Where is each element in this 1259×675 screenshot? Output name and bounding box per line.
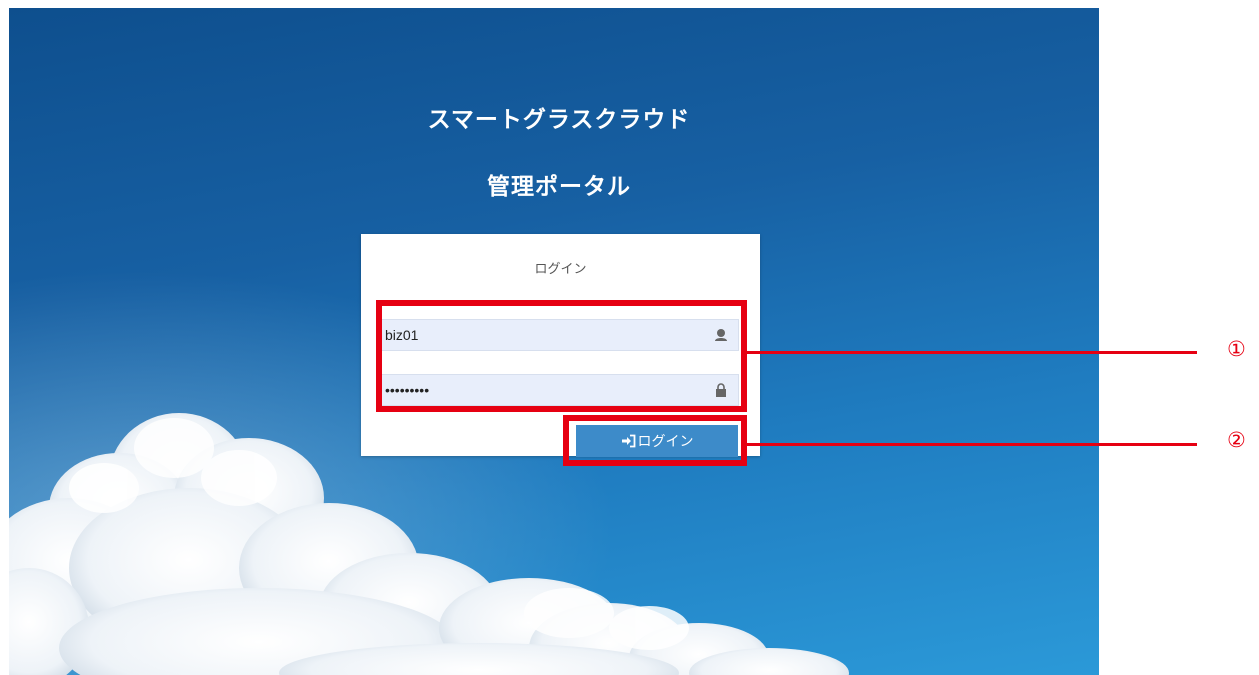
leader-line-1 [747, 351, 1197, 354]
highlight-box-credentials [376, 300, 747, 412]
leader-line-2 [747, 443, 1197, 446]
annotation-number-2: ② [1227, 428, 1246, 452]
annotation-number-1: ① [1227, 337, 1246, 361]
app-title: スマートグラスクラウド [427, 107, 691, 133]
login-heading: ログイン [534, 262, 587, 277]
app-subtitle: 管理ポータル [487, 174, 631, 200]
highlight-box-login-button [563, 415, 747, 466]
screenshot-stage: スマートグラスクラウド 管理ポータル ログイン ログイン [0, 0, 1259, 675]
